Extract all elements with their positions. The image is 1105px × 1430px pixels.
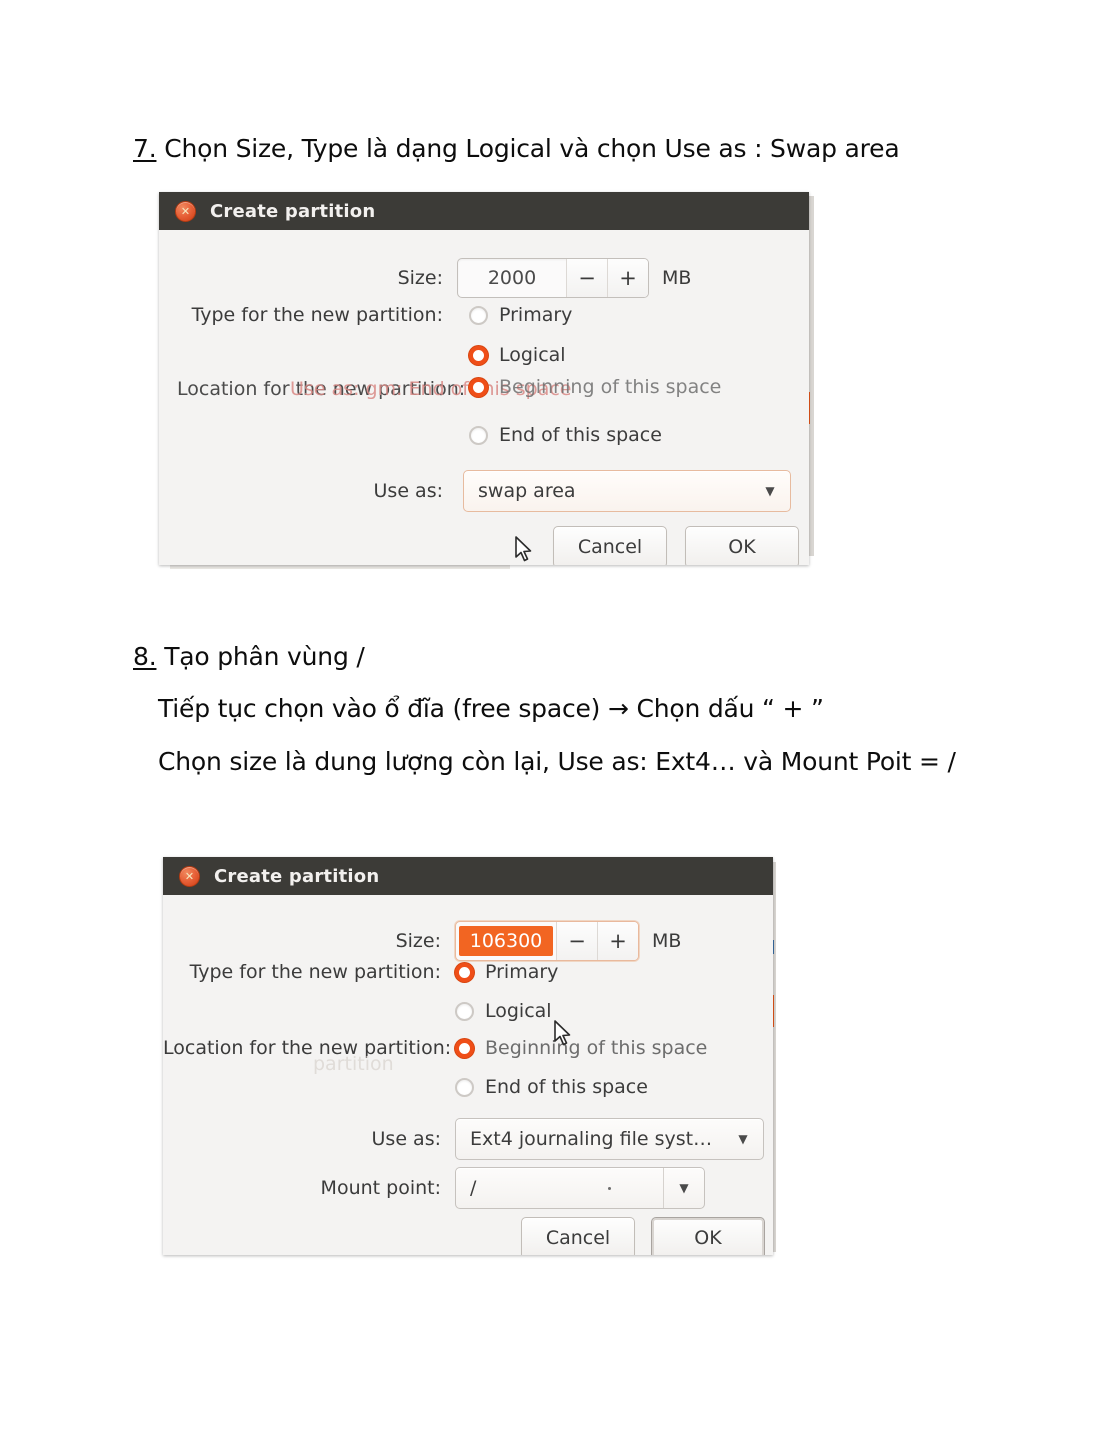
location-option-end[interactable]: End of this space	[455, 1076, 648, 1098]
type-row: Type for the new partition: Primary	[159, 304, 573, 326]
mouse-cursor-icon	[515, 536, 532, 562]
create-partition-dialog-root[interactable]: ✕ Create partition Size: 106300 − + MB T…	[163, 857, 773, 1255]
type-option-primary[interactable]: Primary	[455, 961, 558, 983]
cancel-button[interactable]: Cancel	[521, 1217, 635, 1255]
cancel-button[interactable]: Cancel	[553, 526, 667, 565]
radio-beginning-icon[interactable]	[455, 1038, 474, 1058]
mount-point-value-wrap[interactable]: /	[456, 1177, 663, 1199]
close-icon[interactable]: ✕	[179, 865, 200, 887]
type-option-primary[interactable]: Primary	[469, 304, 572, 326]
use-as-row: Use as: swap area ▼	[159, 470, 791, 512]
size-row: Size: 106300 − + MB	[163, 921, 681, 961]
type-option-logical[interactable]: Logical	[455, 1000, 552, 1022]
size-label: Size:	[395, 930, 441, 952]
type-row: Type for the new partition: Primary	[163, 961, 559, 983]
size-increment-button[interactable]: +	[597, 922, 638, 960]
size-decrement-button[interactable]: −	[556, 922, 597, 960]
use-as-label: Use as:	[373, 480, 443, 502]
location-option-beginning[interactable]: Beginning of this space	[469, 376, 721, 398]
radio-primary-icon[interactable]	[455, 962, 474, 982]
step-8-heading: 8. Tạo phân vùng /	[133, 642, 365, 671]
size-decrement-button[interactable]: −	[566, 259, 607, 297]
location-option-beginning[interactable]: Beginning of this space	[455, 1037, 707, 1059]
size-unit-label: MB	[652, 930, 682, 952]
use-as-dropdown[interactable]: swap area ▼	[463, 470, 791, 512]
dialog-action-buttons: Cancel OK	[553, 526, 799, 565]
dialog-titlebar: ✕ Create partition	[159, 192, 809, 230]
radio-primary-icon[interactable]	[469, 305, 488, 325]
radio-end-icon[interactable]	[455, 1077, 474, 1097]
step-7-text: Chọn Size, Type là dạng Logical và chọn …	[156, 134, 900, 163]
dialog-title: Create partition	[214, 865, 380, 887]
create-partition-dialog-swap[interactable]: ✕ Create partition Size: 2000 − + MB Typ…	[159, 192, 809, 565]
dialog-titlebar: ✕ Create partition	[163, 857, 773, 895]
size-unit-label: MB	[662, 267, 692, 289]
size-stepper[interactable]: 2000 − +	[457, 258, 649, 298]
location-label-artifact: Location for the new partition: Use as: …	[177, 378, 571, 400]
type-option-primary-label: Primary	[499, 304, 573, 326]
mount-point-label: Mount point:	[320, 1177, 441, 1199]
size-increment-button[interactable]: +	[607, 259, 648, 297]
radio-end-icon[interactable]	[469, 425, 488, 445]
size-input[interactable]: 2000	[458, 259, 566, 297]
size-row: Size: 2000 − + MB	[159, 258, 759, 298]
chevron-down-icon[interactable]: ▼	[663, 1168, 704, 1208]
location-option-end[interactable]: End of this space	[469, 424, 662, 446]
radio-logical-icon[interactable]	[455, 1001, 474, 1021]
type-label: Type for the new partition:	[189, 961, 441, 983]
close-icon[interactable]: ✕	[175, 200, 196, 222]
ok-button[interactable]: OK	[651, 1217, 765, 1255]
location-option-beginning-label: Beginning of this space	[485, 1037, 708, 1059]
location-row: Location for the new partition: Beginnin…	[163, 1037, 707, 1059]
step-8-line-2: Tiếp tục chọn vào ổ đĩa (free space) → C…	[158, 694, 824, 723]
location-label: Location for the new partition:	[163, 1037, 452, 1059]
step-8-text: Tạo phân vùng /	[156, 642, 365, 671]
mount-point-value: /	[470, 1177, 477, 1199]
step-8-number: 8.	[133, 642, 157, 671]
chevron-down-icon[interactable]: ▼	[750, 484, 790, 498]
step-7-heading: 7. Chọn Size, Type là dạng Logical và ch…	[133, 134, 900, 163]
radio-logical-icon[interactable]	[469, 345, 488, 365]
use-as-value: Ext4 journaling file system	[470, 1128, 723, 1150]
size-input[interactable]: 106300	[459, 926, 553, 956]
location-label-ghost: partition	[313, 1053, 394, 1075]
type-label: Type for the new partition:	[191, 304, 443, 326]
size-label: Size:	[397, 267, 443, 289]
use-as-value: swap area	[478, 480, 576, 502]
ok-button[interactable]: OK	[685, 526, 799, 565]
dialog-body: Size: 106300 − + MB Type for the new par…	[163, 895, 773, 1255]
use-as-label: Use as:	[371, 1128, 441, 1150]
use-as-row: Use as: Ext4 journaling file system ▼	[163, 1118, 764, 1160]
use-as-dropdown[interactable]: Ext4 journaling file system ▼	[455, 1118, 764, 1160]
location-option-end-label: End of this space	[485, 1076, 648, 1098]
step-7-number: 7.	[133, 134, 157, 163]
type-option-logical-label: Logical	[499, 344, 566, 366]
type-option-logical-label: Logical	[485, 1000, 552, 1022]
size-stepper[interactable]: 106300 − +	[455, 921, 639, 961]
mount-point-row: Mount point: / ▼	[163, 1167, 705, 1209]
dialog-body: Size: 2000 − + MB Type for the new parti…	[159, 230, 809, 565]
location-option-end-label: End of this space	[499, 424, 662, 446]
chevron-down-icon[interactable]: ▼	[723, 1132, 763, 1146]
mount-point-dot-icon	[608, 1186, 611, 1190]
type-option-logical[interactable]: Logical	[469, 344, 566, 366]
location-option-beginning-label: Beginning of this space	[499, 376, 722, 398]
radio-beginning-icon[interactable]	[469, 377, 488, 397]
dialog-action-buttons: Cancel OK	[521, 1217, 765, 1255]
dialog-title: Create partition	[210, 200, 376, 222]
type-option-primary-label: Primary	[485, 961, 559, 983]
step-8-line-3: Chọn size là dung lượng còn lại, Use as:…	[158, 747, 956, 776]
mount-point-dropdown[interactable]: / ▼	[455, 1167, 705, 1209]
